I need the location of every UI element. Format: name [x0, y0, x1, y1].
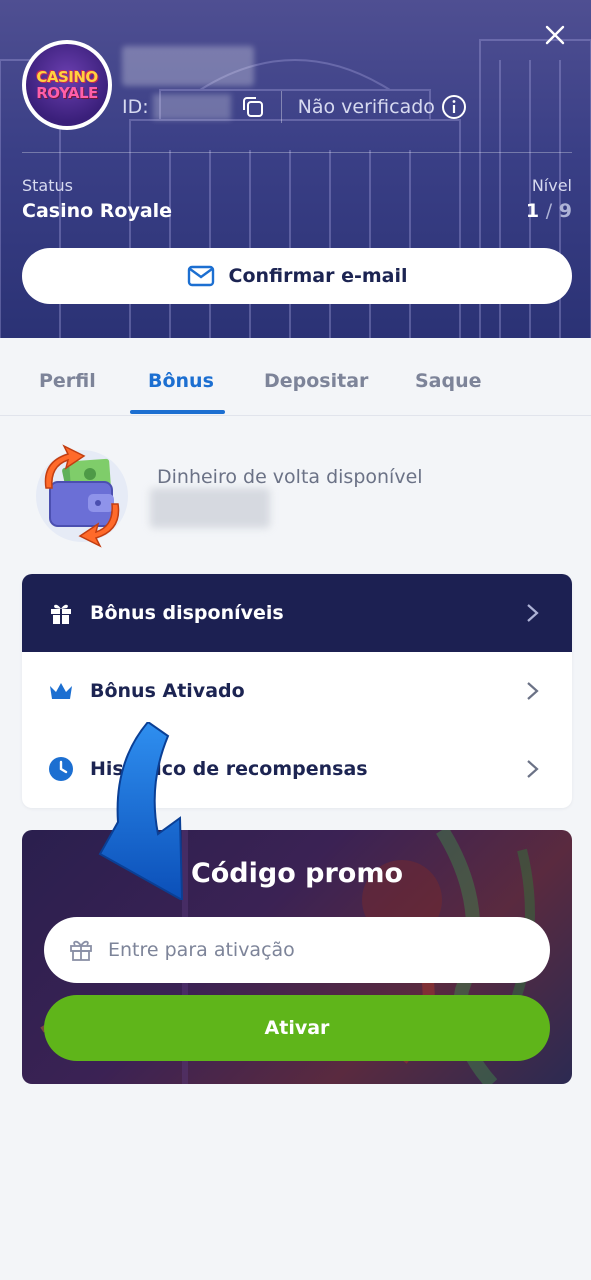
tab-saque[interactable]: Saque — [415, 370, 482, 392]
mail-icon — [187, 265, 214, 287]
status-label: Status — [22, 176, 73, 195]
avatar: CASINO ROYALE — [22, 40, 112, 130]
copy-icon[interactable] — [237, 92, 269, 122]
crown-icon — [48, 678, 74, 704]
tab-perfil[interactable]: Perfil — [39, 370, 96, 392]
confirm-email-button[interactable]: Confirmar e-mail — [22, 248, 572, 304]
gift-icon — [48, 600, 74, 626]
confirm-email-label: Confirmar e-mail — [228, 265, 408, 287]
level-current: 1 — [525, 200, 540, 222]
divider — [280, 91, 282, 123]
level-total: 9 — [558, 200, 572, 222]
chevron-right-icon — [527, 760, 539, 778]
cashback-wallet-icon — [36, 444, 128, 548]
menu-label-activated-bonus: Bônus Ativado — [90, 680, 245, 702]
menu-item-available-bonuses[interactable]: Bônus disponíveis — [22, 574, 572, 652]
promo-code-field[interactable] — [44, 917, 550, 983]
level-label: Nível — [531, 176, 572, 195]
close-icon[interactable] — [540, 20, 570, 50]
chevron-right-icon — [527, 682, 539, 700]
profile-header: CASINO ROYALE ID: Não verificado Status … — [0, 0, 591, 338]
cashback-amount-redacted — [150, 488, 270, 528]
gift-outline-icon — [70, 940, 92, 961]
chevron-right-icon — [527, 604, 539, 622]
verification-status: Não verificado — [297, 96, 435, 118]
logo-text-line-1: CASINO — [36, 68, 98, 86]
username-redacted — [122, 46, 254, 86]
level-value: 1 / 9 — [526, 200, 572, 222]
id-row: ID: Não verificado — [122, 91, 467, 123]
promo-code-input[interactable] — [108, 939, 508, 961]
id-value-redacted — [152, 94, 231, 120]
menu-item-activated-bonus[interactable]: Bônus Ativado — [22, 652, 572, 730]
logo-text-line-2: ROYALE — [36, 84, 98, 102]
cashback-title: Dinheiro de volta disponível — [157, 466, 423, 488]
activate-button[interactable]: Ativar — [44, 995, 550, 1061]
status-value: Casino Royale — [22, 200, 173, 222]
tab-depositar[interactable]: Depositar — [264, 370, 368, 392]
id-label: ID: — [122, 96, 149, 118]
tab-bonus[interactable]: Bônus — [148, 370, 214, 392]
menu-label-available-bonuses: Bônus disponíveis — [90, 602, 284, 624]
casino-royale-logo: CASINO ROYALE — [26, 44, 108, 126]
curved-arrow-annotation — [98, 722, 184, 900]
tab-bar: Perfil Bônus Depositar Saque — [0, 338, 591, 416]
header-divider — [22, 152, 572, 153]
info-icon[interactable] — [441, 94, 467, 120]
active-tab-indicator — [130, 410, 225, 414]
level-separator: / — [545, 200, 553, 222]
clock-icon — [48, 756, 74, 782]
